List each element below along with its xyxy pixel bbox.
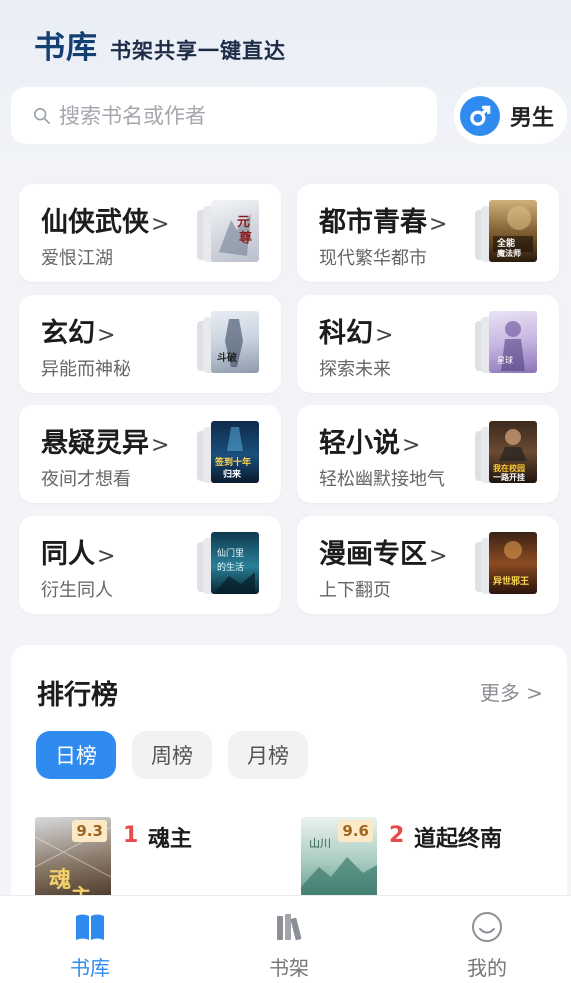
svg-text:元: 元 <box>237 215 250 230</box>
cover-stack: 仙门里 的生活 <box>197 532 263 596</box>
chevron-right-icon: > <box>519 681 543 705</box>
svg-text:一路开挂: 一路开挂 <box>493 472 525 482</box>
category-card-comics[interactable]: 漫画专区> 上下翻页 异世邪王 <box>297 516 559 614</box>
rank-number: 1 <box>123 823 139 848</box>
svg-text:魂: 魂 <box>49 867 71 893</box>
nav-bookshelf[interactable]: 书架 <box>244 910 334 981</box>
search-bar[interactable] <box>11 87 437 144</box>
svg-text:签到十年: 签到十年 <box>214 456 251 468</box>
category-card-xianxia[interactable]: 仙侠武侠> 爱恨江湖 元 尊 <box>19 184 281 282</box>
header: 书库 书架共享一键直达 <box>34 22 286 67</box>
category-card-urban[interactable]: 都市青春> 现代繁华都市 全能 魔法师 <box>297 184 559 282</box>
category-subtitle: 上下翻页 <box>319 580 391 601</box>
svg-text:异世邪王: 异世邪王 <box>493 575 529 587</box>
bottom-nav: 书库 书架 我的 <box>0 895 571 983</box>
tab-weekly[interactable]: 周榜 <box>132 731 212 779</box>
smile-icon <box>472 912 502 942</box>
score-badge: 9.3 <box>72 820 107 842</box>
cover-stack: 我在校园 一路开挂 <box>475 421 541 485</box>
chevron-right-icon: > <box>97 544 116 569</box>
category-card-light-novel[interactable]: 轻小说> 轻松幽默接地气 我在校园 一路开挂 <box>297 405 559 503</box>
book-cover: 星球 <box>489 311 537 373</box>
category-subtitle: 夜间才想看 <box>41 469 131 490</box>
category-title: 仙侠武侠> <box>41 207 170 238</box>
book-cover: 魂 主 9.3 <box>35 817 111 907</box>
svg-text:星球: 星球 <box>497 355 513 365</box>
cover-stack: 星球 <box>475 311 541 375</box>
category-card-mystery[interactable]: 悬疑灵异> 夜间才想看 签到十年 归来 <box>19 405 281 503</box>
category-title: 科幻> <box>319 318 394 349</box>
svg-text:斗破: 斗破 <box>217 351 237 364</box>
chevron-right-icon: > <box>97 323 116 348</box>
nav-label: 书架 <box>269 956 309 980</box>
cover-stack: 全能 魔法师 <box>475 200 541 264</box>
cover-stack: 斗破 <box>197 311 263 375</box>
svg-text:尊: 尊 <box>239 230 252 246</box>
category-title: 都市青春> <box>319 207 448 238</box>
nav-library[interactable]: 书库 <box>45 910 135 981</box>
svg-text:我在校园: 我在校园 <box>493 463 525 473</box>
book-title: 道起终南 <box>414 827 503 852</box>
book-cover: 我在校园 一路开挂 <box>489 421 537 483</box>
cover-stack: 元 尊 <box>197 200 263 264</box>
book-cover: 仙门里 的生活 <box>211 532 259 594</box>
category-title: 轻小说> <box>319 428 421 459</box>
category-subtitle: 异能而神秘 <box>41 359 131 380</box>
category-title: 悬疑灵异> <box>41 428 170 459</box>
book-cover: 山川 9.6 <box>301 817 377 907</box>
book-open-icon <box>76 914 104 940</box>
more-link[interactable]: 更多 > <box>480 677 543 706</box>
slogan: 书架共享一键直达 <box>110 39 286 63</box>
svg-text:的生活: 的生活 <box>217 561 244 573</box>
svg-text:全能: 全能 <box>496 237 515 249</box>
nav-label: 我的 <box>467 956 507 980</box>
tab-daily[interactable]: 日榜 <box>36 731 116 779</box>
category-title: 漫画专区> <box>319 539 448 570</box>
svg-text:仙门里: 仙门里 <box>217 547 244 559</box>
category-card-scifi[interactable]: 科幻> 探索未来 星球 <box>297 295 559 393</box>
nav-profile[interactable]: 我的 <box>442 910 532 981</box>
male-icon <box>460 95 500 136</box>
page: 书库 书架共享一键直达 男生 仙侠武侠> 爱恨江湖 元 <box>0 0 571 983</box>
rank-number: 2 <box>389 823 405 848</box>
cover-stack: 签到十年 归来 <box>197 421 263 485</box>
category-title: 同人> <box>41 539 116 570</box>
book-title: 魂主 <box>148 827 193 852</box>
chevron-right-icon: > <box>151 433 170 458</box>
gender-switch-button[interactable]: 男生 <box>454 87 567 144</box>
score-badge: 9.6 <box>338 820 373 842</box>
gender-label: 男生 <box>510 105 555 131</box>
search-icon <box>33 107 51 124</box>
bookshelf-icon <box>277 914 302 941</box>
svg-text:归来: 归来 <box>223 468 242 480</box>
chevron-right-icon: > <box>429 544 448 569</box>
nav-label: 书库 <box>70 956 110 980</box>
chevron-right-icon: > <box>402 433 421 458</box>
chevron-right-icon: > <box>375 323 394 348</box>
category-subtitle: 现代繁华都市 <box>319 248 427 269</box>
category-subtitle: 衍生同人 <box>41 580 113 601</box>
book-cover: 异世邪王 <box>489 532 537 594</box>
category-card-fanfic[interactable]: 同人> 衍生同人 仙门里 的生活 <box>19 516 281 614</box>
book-cover: 斗破 <box>211 311 259 373</box>
category-subtitle: 爱恨江湖 <box>41 248 113 269</box>
cover-stack: 异世邪王 <box>475 532 541 596</box>
book-cover: 全能 魔法师 <box>489 200 537 262</box>
chevron-right-icon: > <box>151 212 170 237</box>
category-subtitle: 探索未来 <box>319 359 391 380</box>
tab-monthly[interactable]: 月榜 <box>228 731 308 779</box>
category-subtitle: 轻松幽默接地气 <box>319 469 445 490</box>
book-cover: 元 尊 <box>211 200 259 262</box>
svg-text:山川: 山川 <box>309 837 331 850</box>
page-title: 书库 <box>34 30 98 66</box>
book-cover: 签到十年 归来 <box>211 421 259 483</box>
ranking-title: 排行榜 <box>37 680 118 711</box>
chevron-right-icon: > <box>429 212 448 237</box>
svg-text:魔法师: 魔法师 <box>496 248 521 258</box>
search-input[interactable] <box>59 103 419 128</box>
category-card-fantasy[interactable]: 玄幻> 异能而神秘 斗破 <box>19 295 281 393</box>
category-title: 玄幻> <box>41 318 116 349</box>
